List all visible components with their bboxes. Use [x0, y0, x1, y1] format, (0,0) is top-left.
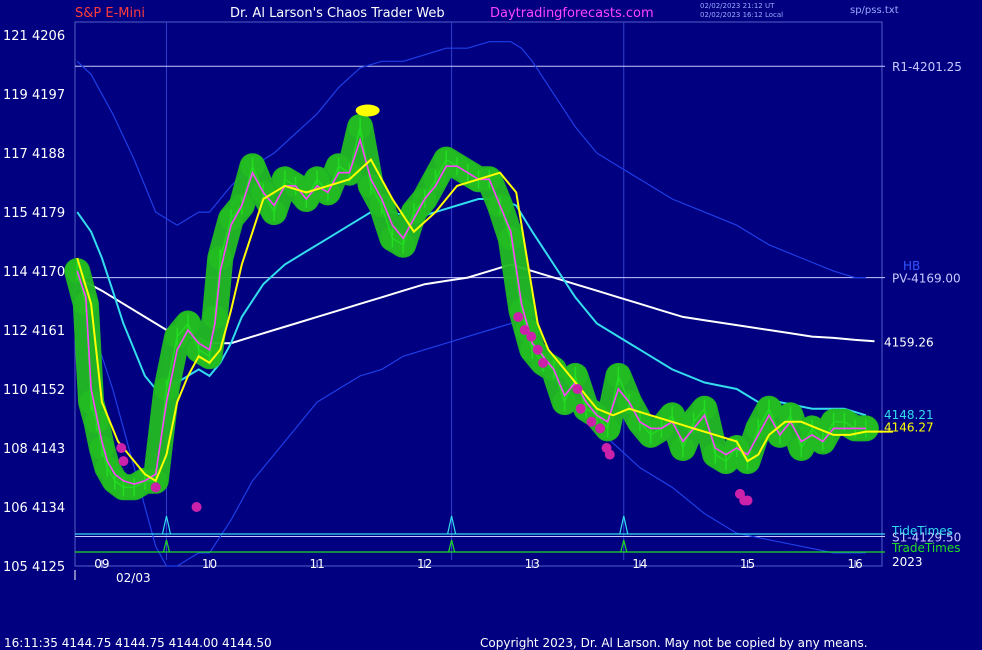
copyright-notice: Copyright 2023, Dr. Al Larson. May not b…: [480, 636, 868, 650]
y-tick-right-0: 4206: [32, 29, 65, 44]
y-tick-left-9: 105: [3, 560, 28, 575]
signal-marker: [118, 456, 129, 467]
pivot-label-0: R1-4201.25: [892, 60, 962, 74]
y-tick-right-4: 4170: [32, 265, 65, 280]
x-tick-label-7: 16: [847, 557, 862, 571]
signal-marker: [116, 443, 127, 454]
highlight-marker: [355, 104, 380, 117]
y-tick-left-1: 119: [3, 88, 28, 103]
signal-marker: [742, 495, 753, 506]
x-tick-label-0: 09: [94, 557, 109, 571]
year-label: 2023: [892, 555, 923, 569]
x-tick-label-1: 10: [202, 557, 217, 571]
end-value-0: 4159.26: [884, 335, 934, 349]
y-tick-left-3: 115: [3, 206, 28, 221]
band-upper-line: [76, 41, 866, 279]
x-tick-label-5: 14: [632, 557, 647, 571]
y-tick-right-7: 4143: [32, 442, 65, 457]
y-tick-left-4: 114: [3, 265, 28, 280]
signal-marker: [191, 502, 202, 513]
y-tick-right-6: 4152: [32, 383, 65, 398]
date-label: 02/03: [116, 571, 151, 585]
signal-marker: [595, 423, 606, 434]
x-tick-label-3: 12: [417, 557, 432, 571]
signal-marker: [526, 331, 537, 342]
y-tick-right-8: 4134: [32, 501, 65, 516]
signal-marker: [538, 357, 549, 368]
signal-marker: [586, 416, 597, 427]
plot-frame: [74, 21, 883, 567]
signal-marker: [572, 384, 583, 395]
price-chart: R1-4201.25PV-4169.00S1-4129.50121 4206119…: [3, 21, 962, 585]
signal-marker: [150, 482, 161, 493]
x-tick-label-6: 15: [740, 557, 755, 571]
signal-marker: [575, 403, 586, 414]
signal-marker: [532, 344, 543, 355]
pivot-label-1: PV-4169.00: [892, 272, 961, 286]
y-tick-right-2: 4188: [32, 147, 65, 162]
y-tick-left-2: 117: [3, 147, 28, 162]
y-tick-left-5: 112: [3, 324, 28, 339]
quote-readout: 16:11:35 4144.75 4144.75 4144.00 4144.50: [4, 636, 272, 650]
y-tick-right-1: 4197: [32, 88, 65, 103]
y-tick-left-0: 121: [3, 29, 28, 44]
x-tick-label-4: 13: [525, 557, 540, 571]
y-tick-right-9: 4125: [32, 560, 65, 575]
tide-times-label: TideTimes: [891, 524, 953, 538]
hb-label: HB: [903, 259, 920, 273]
trade-times-label: TradeTimes: [891, 541, 960, 555]
y-tick-right-5: 4161: [32, 324, 65, 339]
y-tick-right-3: 4179: [32, 206, 65, 221]
signal-marker: [513, 311, 524, 322]
y-tick-left-7: 108: [3, 442, 28, 457]
x-tick-label-2: 11: [309, 557, 324, 571]
signal-marker: [604, 449, 615, 460]
y-tick-left-8: 106: [3, 501, 28, 516]
y-tick-left-6: 110: [3, 383, 28, 398]
